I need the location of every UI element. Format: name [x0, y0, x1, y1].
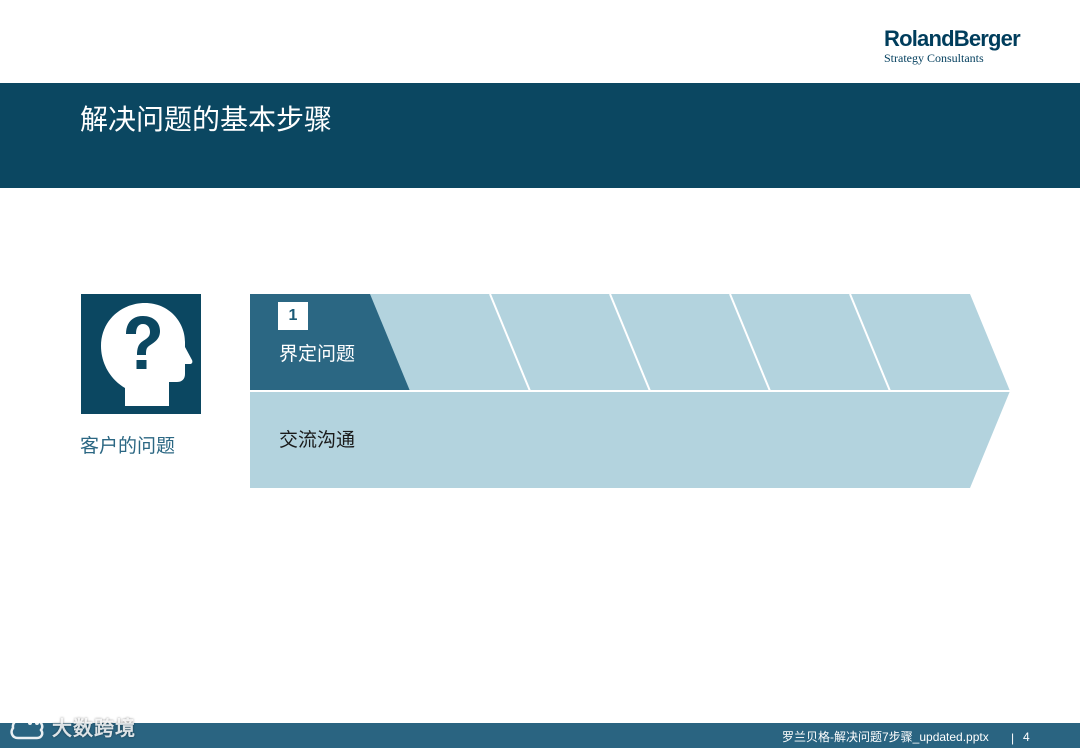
step-1-label: 界定问题	[279, 343, 356, 365]
page-number: 4	[1023, 730, 1030, 744]
communication-bar	[250, 391, 1010, 488]
watermark-text: 大数跨境	[52, 716, 136, 740]
page-title: 解决问题的基本步骤	[80, 103, 333, 136]
brand-tagline: Strategy Consultants	[884, 51, 984, 65]
client-problem-label: 客户的问题	[80, 435, 176, 457]
brand-name: RolandBerger	[884, 26, 1021, 51]
brand-logo: RolandBerger Strategy Consultants	[884, 26, 1024, 64]
footer-filename: 罗兰贝格-解决问题7步骤_updated.pptx	[782, 730, 989, 744]
process-diagram	[250, 294, 1010, 488]
communication-label: 交流沟通	[279, 429, 356, 451]
head-question-icon	[81, 294, 201, 414]
footer-separator: |	[1011, 731, 1015, 745]
step-1-number: 1	[278, 302, 308, 330]
